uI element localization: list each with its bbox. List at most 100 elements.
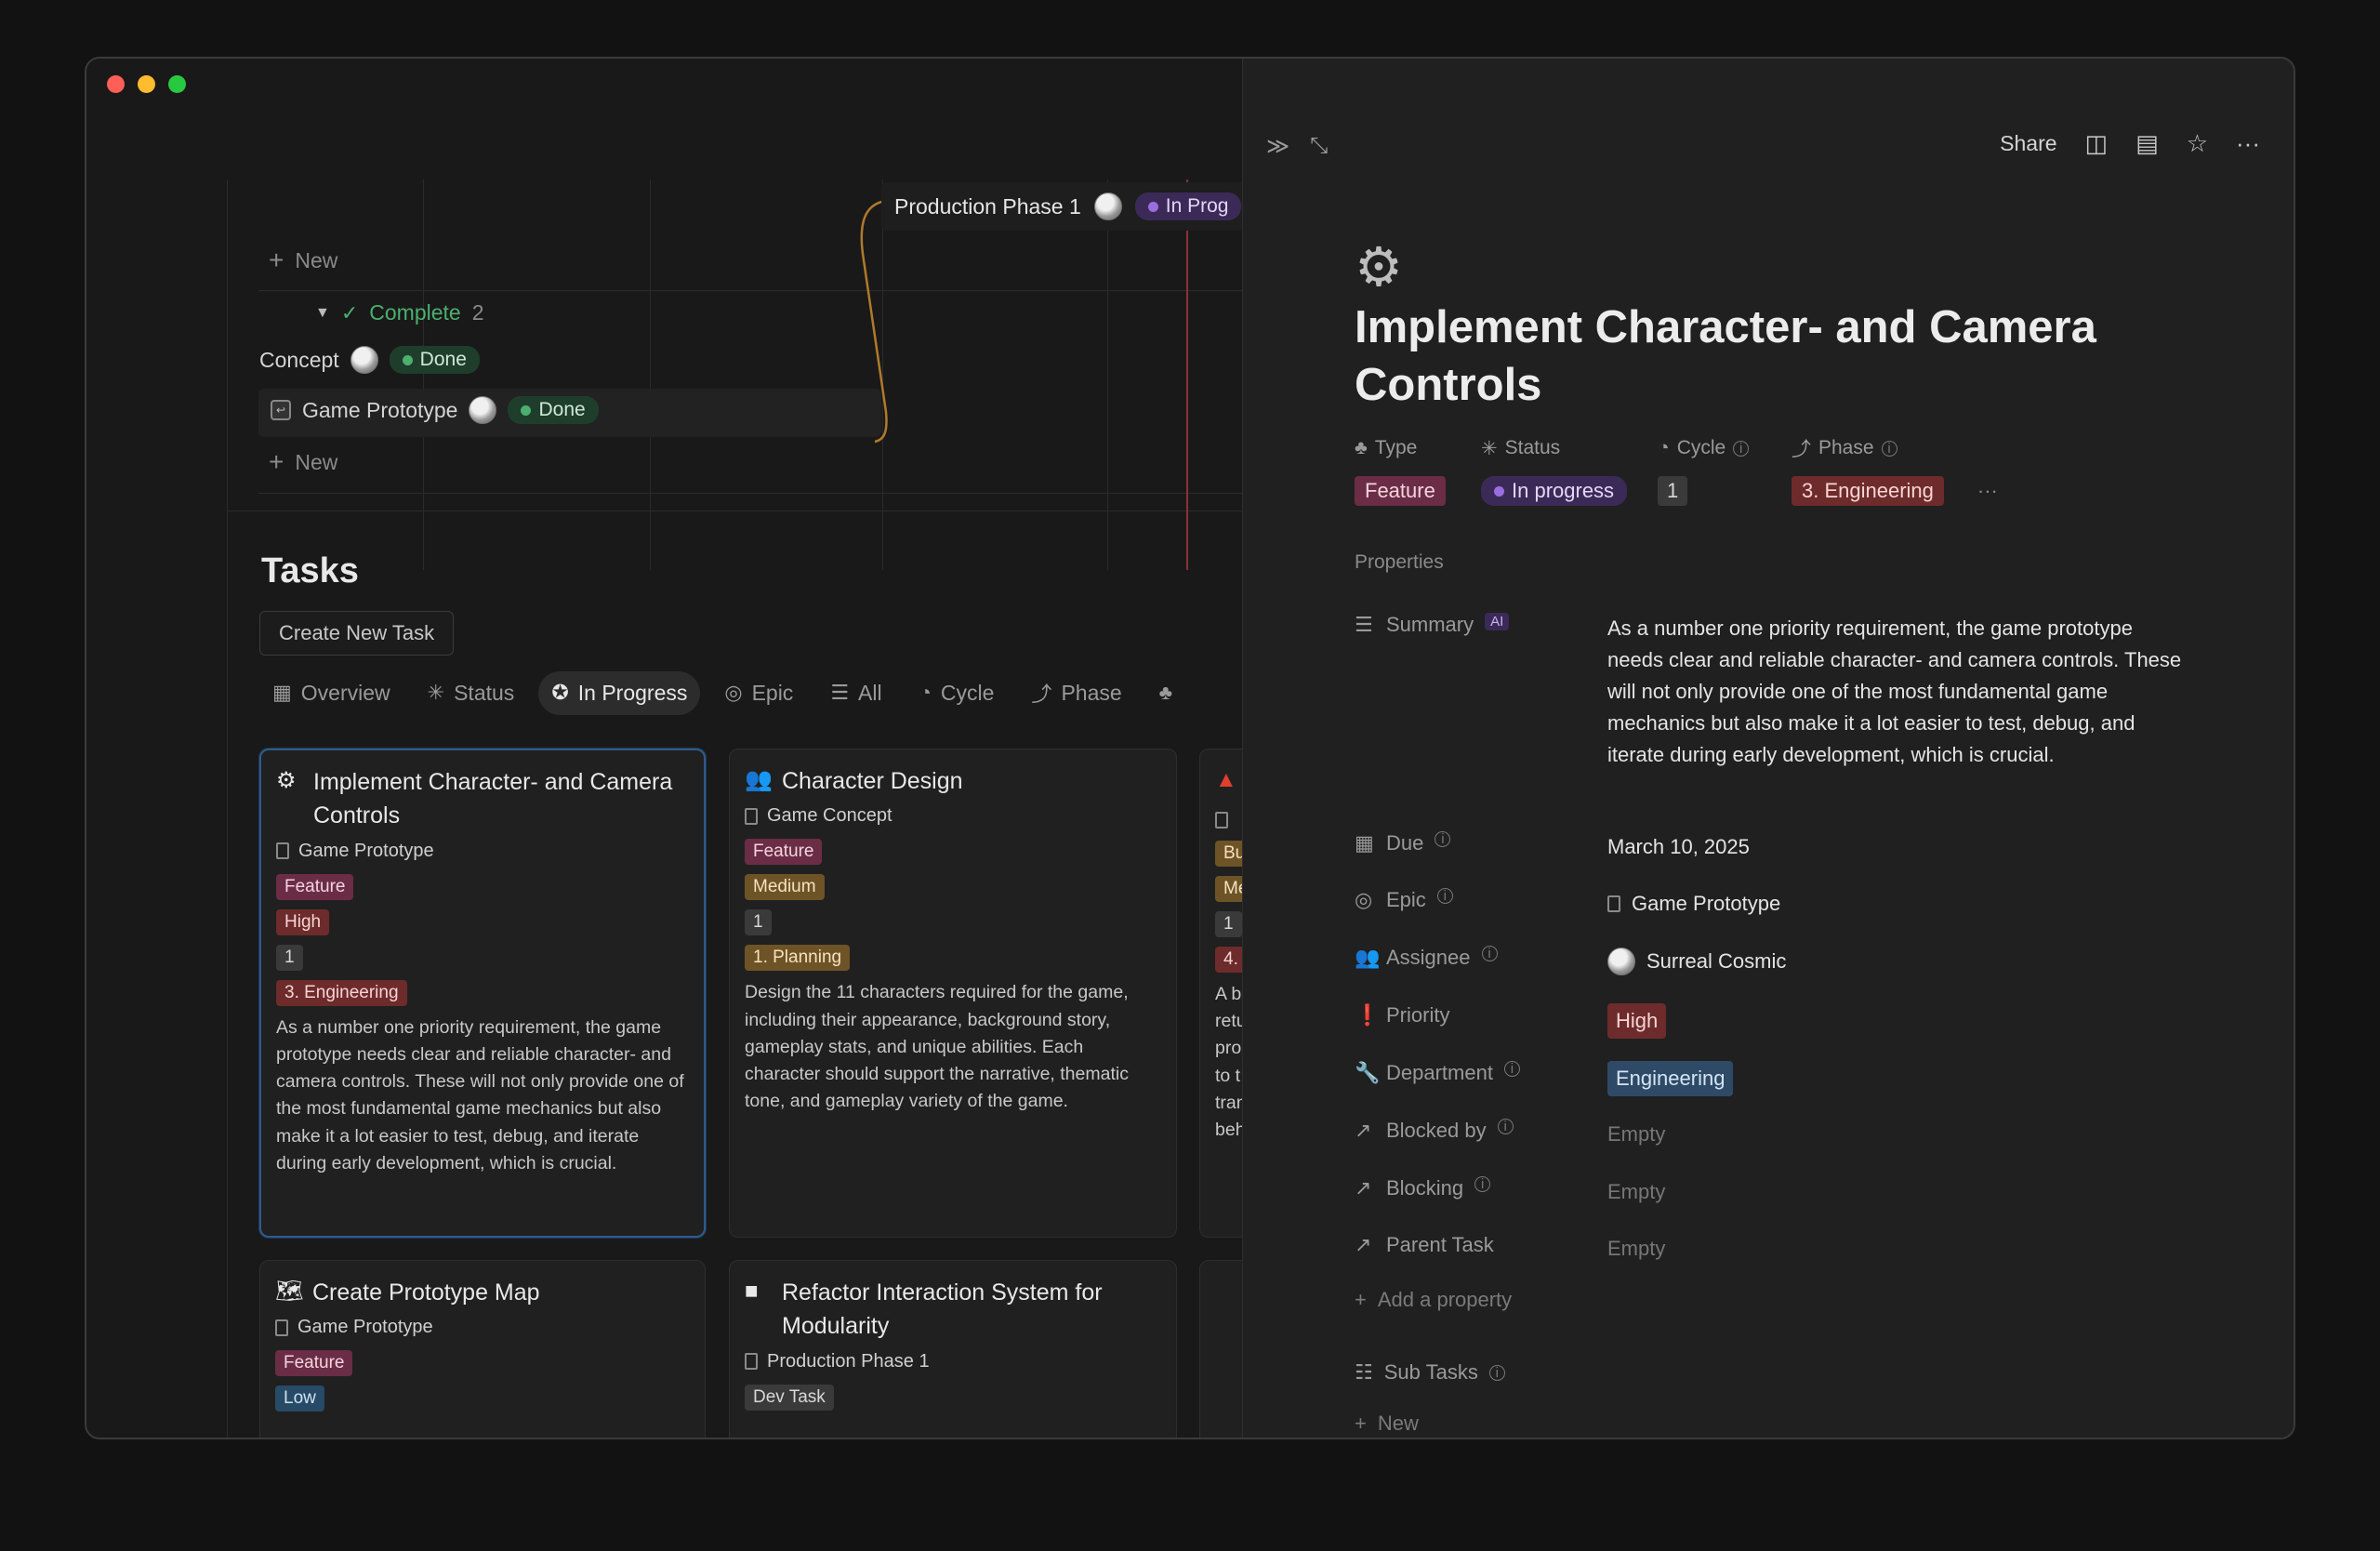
department-tag[interactable]: Engineering (1607, 1061, 1734, 1097)
type-icon: ♣ (1355, 437, 1368, 458)
arrow-up-right-icon: ↗ (1355, 1119, 1372, 1142)
alert-icon: ❗ (1355, 1003, 1381, 1027)
grid-icon: ▦ (272, 681, 292, 704)
status-badge: Done (508, 396, 599, 424)
property-summary[interactable]: ☰ Summary AI As a number one priority requ… (1355, 613, 2184, 771)
tab-status[interactable]: ✳ Status (415, 671, 528, 715)
checklist-icon: ☷ (1355, 1360, 1373, 1384)
header-property-labels: ♣ Type ✳ Status ◔ Cycle i ⤴ Phase i (1355, 434, 1897, 462)
create-new-task-button[interactable]: Create New Task (259, 611, 455, 656)
detail-side-peek: ≫ ⤡ Share ◫ ▤ ☆ ··· ⚙ Implement Characte… (1242, 59, 2294, 1438)
timeline-phase-card[interactable]: Production Phase 1 In Prog (881, 182, 1242, 231)
info-icon: i (1481, 946, 1498, 961)
property-department[interactable]: 🔧 Department i Engineering (1355, 1061, 2184, 1097)
peek-actions: Share ◫ ▤ ☆ ··· (2000, 129, 2260, 158)
timeline-row[interactable]: ↩ Game Prototype Done (271, 396, 599, 424)
status-badge[interactable]: In progress (1481, 476, 1628, 506)
add-property-button[interactable]: + Add a property (1355, 1288, 1512, 1312)
main-page: + New ▼ ✓ Complete 2 Concept Done ↩ Game… (86, 59, 1242, 1438)
info-icon: i (1733, 440, 1750, 457)
star-icon[interactable]: ☆ (2187, 129, 2208, 158)
subtask-new-button[interactable]: + New (1355, 1412, 1419, 1436)
page-icon (1607, 895, 1620, 913)
timeline-gridline (423, 179, 424, 570)
info-icon: i (1881, 440, 1897, 457)
task-card[interactable]: ▲ Bu Me 1 4. A b retu pro to t tran beh (1199, 749, 1242, 1238)
info-icon: i (1503, 1061, 1520, 1077)
task-card[interactable]: 👥 Character Design Game Concept Feature M… (729, 749, 1177, 1238)
tab-epic[interactable]: ◎ Epic (711, 671, 806, 715)
arrow-up-right-icon: ↗ (1355, 1233, 1372, 1256)
type-tag: Bu (1215, 840, 1242, 867)
view-tabs: ▦ Overview ✳ Status ✪ In Progress ◎ Epic ☰ Al… (259, 669, 1185, 717)
task-card[interactable] (1199, 1260, 1242, 1438)
calendar-icon: ▦ (1355, 831, 1374, 855)
tab-phase[interactable]: ⤴ Phase (1018, 669, 1134, 717)
task-card[interactable]: ■ Refactor Interaction System for Modular… (729, 1260, 1177, 1438)
type-tag: Feature (275, 1350, 353, 1377)
timeline-divider (258, 290, 1242, 291)
close-peek-icon[interactable]: ≫ (1266, 133, 1289, 160)
open-page-icon[interactable]: ↩ (271, 400, 291, 420)
timeline-gridline (227, 179, 228, 1438)
more-properties-icon[interactable]: ··· (1977, 479, 1998, 503)
star-circle-icon: ✪ (551, 681, 569, 704)
cycle-icon: ◔ (1658, 437, 1670, 458)
cycle-tag: 1 (1215, 910, 1242, 937)
card-description: A b retu pro to t tran beh (1215, 983, 1242, 1141)
more-icon[interactable]: ··· (2236, 129, 2260, 158)
type-tag[interactable]: Feature (1355, 476, 1446, 506)
priority-tag: High (276, 908, 330, 935)
tab-more[interactable]: ♣ (1146, 671, 1185, 714)
loading-icon: ✳ (1481, 437, 1498, 459)
tab-cycle[interactable]: ◔ Cycle (906, 671, 1008, 715)
timeline-row[interactable]: Concept Done (259, 346, 480, 374)
phase-icon: ⤴ (1031, 683, 1052, 706)
group-complete-toggle[interactable]: ▼ ✓ Complete 2 (315, 300, 484, 325)
status-badge: In Prog (1134, 192, 1242, 220)
phase-tag: 4. (1215, 946, 1242, 973)
expand-icon[interactable]: ⤡ (1310, 133, 1328, 160)
plus-icon: + (269, 447, 284, 476)
target-icon: ◎ (724, 681, 743, 704)
layout-icon[interactable]: ◫ (2085, 129, 2109, 158)
page-title[interactable]: Implement Character- and Camera Controls (1355, 298, 2191, 414)
property-epic[interactable]: ◎ Epic i Game Prototype (1355, 888, 2184, 920)
text-lines-icon: ☰ (1355, 613, 1373, 636)
tab-overview[interactable]: ▦ Overview (259, 671, 403, 715)
status-badge: Done (389, 346, 480, 374)
app-window: + New ▼ ✓ Complete 2 Concept Done ↩ Game… (85, 57, 2295, 1439)
tab-all[interactable]: ☰ All (817, 671, 894, 715)
timeline-new-button[interactable]: + New (269, 247, 337, 273)
tab-in-progress[interactable]: ✪ In Progress (538, 670, 701, 715)
type-tag: Feature (276, 873, 354, 900)
priority-tag: Low (275, 1385, 324, 1412)
comment-icon[interactable]: ▤ (2135, 129, 2159, 158)
property-parent-task[interactable]: ↗ Parent Task Empty (1355, 1233, 2184, 1265)
info-icon: i (1488, 1364, 1505, 1381)
avatar (1607, 948, 1635, 976)
property-blocked-by[interactable]: ↗ Blocked by i Empty (1355, 1119, 2184, 1150)
phase-tag[interactable]: 3. Engineering (1792, 476, 1944, 506)
caret-down-icon: ▼ (315, 304, 330, 321)
task-card[interactable]: 🗺 Create Prototype Map Game Prototype Fea… (259, 1260, 706, 1438)
cycle-tag[interactable]: 1 (1658, 476, 1688, 506)
timeline-gridline (650, 179, 651, 570)
plus-icon: + (269, 245, 284, 274)
gear-icon[interactable]: ⚙ (1355, 235, 1403, 298)
priority-tag: Medium (745, 874, 825, 901)
map-icon: 🗺 (275, 1279, 304, 1304)
priority-tag[interactable]: High (1607, 1003, 1667, 1040)
property-blocking[interactable]: ↗ Blocking i Empty (1355, 1176, 2184, 1208)
task-card[interactable]: ⚙ Implement Character- and Camera Control… (259, 749, 706, 1238)
property-sub-tasks[interactable]: ☷ Sub Tasks i (1355, 1360, 1505, 1385)
property-due[interactable]: ▦ Due i March 10, 2025 (1355, 831, 2184, 863)
property-priority[interactable]: ❗ Priority High (1355, 1003, 2184, 1040)
phase-tag: 3. Engineering (276, 979, 407, 1006)
info-icon: i (1497, 1119, 1514, 1134)
share-button[interactable]: Share (2000, 131, 2056, 156)
arrow-up-right-icon: ↗ (1355, 1176, 1372, 1200)
property-assignee[interactable]: 👥 Assignee i Surreal Cosmic (1355, 946, 2184, 977)
peek-nav: ≫ ⤡ (1266, 133, 1328, 160)
timeline-new-button[interactable]: + New (269, 449, 337, 475)
